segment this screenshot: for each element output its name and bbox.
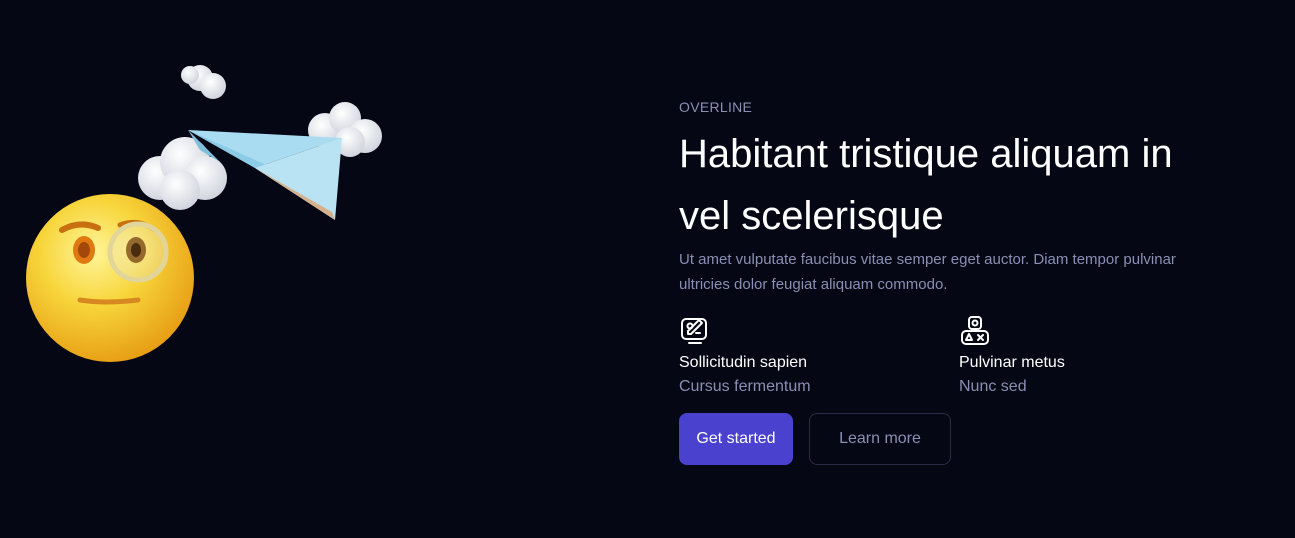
get-started-button[interactable]: Get started (679, 413, 793, 465)
hero-description: Ut amet vulputate faucibus vitae semper … (679, 251, 1176, 293)
feature-subtitle: Nunc sed (959, 378, 1027, 395)
overline: OVERLINE (679, 99, 753, 115)
shapes-icon (961, 316, 989, 345)
feature-title: Pulvinar metus (959, 354, 1065, 371)
feature-title: Sollicitudin sapien (679, 354, 808, 371)
big-cloud-left-icon (138, 137, 227, 210)
learn-more-button[interactable]: Learn more (809, 413, 951, 465)
feature-item: Pulvinar metus Nunc sed (959, 315, 1239, 397)
hero-illustration (26, 65, 382, 362)
cta-buttons: Get started Learn more (679, 413, 1239, 465)
feature-subtitle: Cursus fermentum (679, 378, 811, 395)
features-list: Sollicitudin sapien Cursus fermentum Pul… (679, 315, 1239, 397)
thinking-monocle-emoji-icon (26, 194, 194, 362)
feature-item: Sollicitudin sapien Cursus fermentum (679, 315, 959, 397)
hero-title: Habitant tristique aliquam in vel sceler… (679, 132, 1173, 238)
hero-content: OVERLINE Habitant tristique aliquam in v… (679, 97, 1239, 465)
edit-screen-icon (681, 318, 707, 344)
small-cloud-icon (181, 65, 226, 99)
